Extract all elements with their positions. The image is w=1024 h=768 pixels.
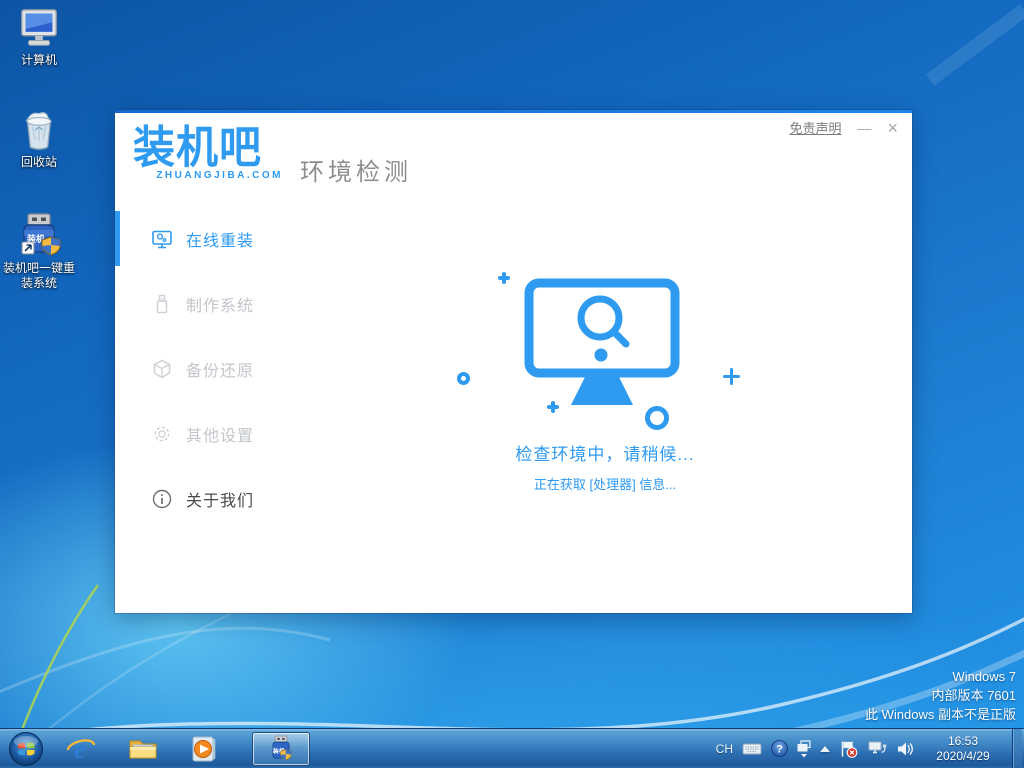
watermark-line: Windows 7 [865,667,1016,686]
page-title: 环境检测 [300,152,412,187]
svg-text:?: ? [776,744,783,756]
desktop-icon-zhuangjiba[interactable]: 装机 装机吧一键重装系统 [0,211,78,291]
taskbar-explorer-icon[interactable] [126,731,160,767]
tray-keyboard-icon[interactable] [742,742,762,756]
tray-time: 16:53 [923,734,1003,749]
taskbar-ie-icon[interactable]: e [64,731,98,767]
start-button[interactable] [6,730,46,768]
tray-date: 2020/4/29 [923,749,1003,764]
taskbar: e [0,728,1024,768]
gear-icon [151,423,173,445]
watermark-line: 内部版本 7601 [865,686,1016,705]
tray-input-options-icon[interactable] [797,740,811,758]
tray-language-indicator[interactable]: CH [716,742,733,756]
windows-genuine-watermark: Windows 7 内部版本 7601 此 Windows 副本不是正版 [865,667,1016,724]
close-button[interactable]: × [887,120,898,136]
tray-show-hidden-icon[interactable] [820,746,830,752]
tray-help-icon[interactable]: ? [771,740,788,757]
deco-plus-icon [723,368,740,385]
tray-action-center-icon[interactable] [839,740,858,758]
monitor-gear-icon [151,228,173,250]
menu-item-make-system[interactable]: 制作系统 [115,271,405,336]
menu-item-about-us[interactable]: 关于我们 [115,466,405,531]
scanning-monitor-illustration [524,278,680,410]
show-desktop-button[interactable] [1012,729,1022,768]
backup-box-icon [151,358,173,380]
media-player-icon [189,733,221,765]
menu-item-label: 备份还原 [186,357,254,381]
info-icon [151,488,173,510]
usb-installer-icon: 装机 [268,735,294,763]
window-accent-line [115,110,912,113]
windows-orb-icon [8,731,44,767]
taskbar-zhuangjiba-button[interactable]: 装机 [252,732,310,766]
tray-clock[interactable]: 16:53 2020/4/29 [923,734,1003,764]
tray-volume-icon[interactable] [896,741,914,757]
menu-item-label: 制作系统 [186,292,254,316]
menu-item-label: 关于我们 [186,487,254,511]
recycle-bin-icon [16,107,62,153]
tray-network-icon[interactable] [867,740,887,757]
desktop-icon-recycle-bin[interactable]: 回收站 [0,107,78,170]
watermark-line: 此 Windows 副本不是正版 [865,705,1016,724]
app-logo-text: 装机吧 [133,123,283,173]
sidebar-menu: 在线重装 制作系统 备份还原 [115,206,405,531]
desktop-icon-label: 计算机 [21,53,57,68]
taskbar-media-player-icon[interactable] [188,731,222,767]
internet-explorer-icon: e [65,733,97,765]
desktop-icon-label: 回收站 [21,155,57,170]
menu-item-label: 在线重装 [186,227,254,251]
folder-icon [127,733,159,765]
usb-installer-icon: 装机 [15,211,63,259]
svg-text:e: e [74,734,86,764]
deco-plus-icon [547,401,559,413]
desktop-icon-computer[interactable]: 计算机 [0,5,78,68]
usb-drive-icon [151,293,173,315]
menu-item-label: 其他设置 [186,422,254,446]
app-logo: 装机吧 ZHUANGJIBA.COM [133,124,283,181]
menu-item-online-reinstall[interactable]: 在线重装 [115,206,405,271]
menu-item-backup-restore[interactable]: 备份还原 [115,336,405,401]
desktop-icon-label: 装机吧一键重装系统 [0,261,78,291]
disclaimer-link[interactable]: 免责声明 [789,118,841,137]
status-secondary-text: 正在获取 [处理器] 信息... [415,474,795,493]
desktop: 计算机 回收站 装机 装机吧一键重装系统 免责声明 [0,0,1024,768]
computer-icon [16,5,62,51]
menu-item-other-settings[interactable]: 其他设置 [115,401,405,466]
deco-plus-icon [498,272,510,284]
deco-circle-icon [645,406,669,430]
app-window: 免责声明 — × 装机吧 ZHUANGJIBA.COM 环境检测 在线重装 [115,110,912,613]
status-primary-text: 检查环境中，请稍候... [415,440,795,465]
minimize-button[interactable]: — [857,120,871,136]
deco-circle-icon [457,372,470,385]
